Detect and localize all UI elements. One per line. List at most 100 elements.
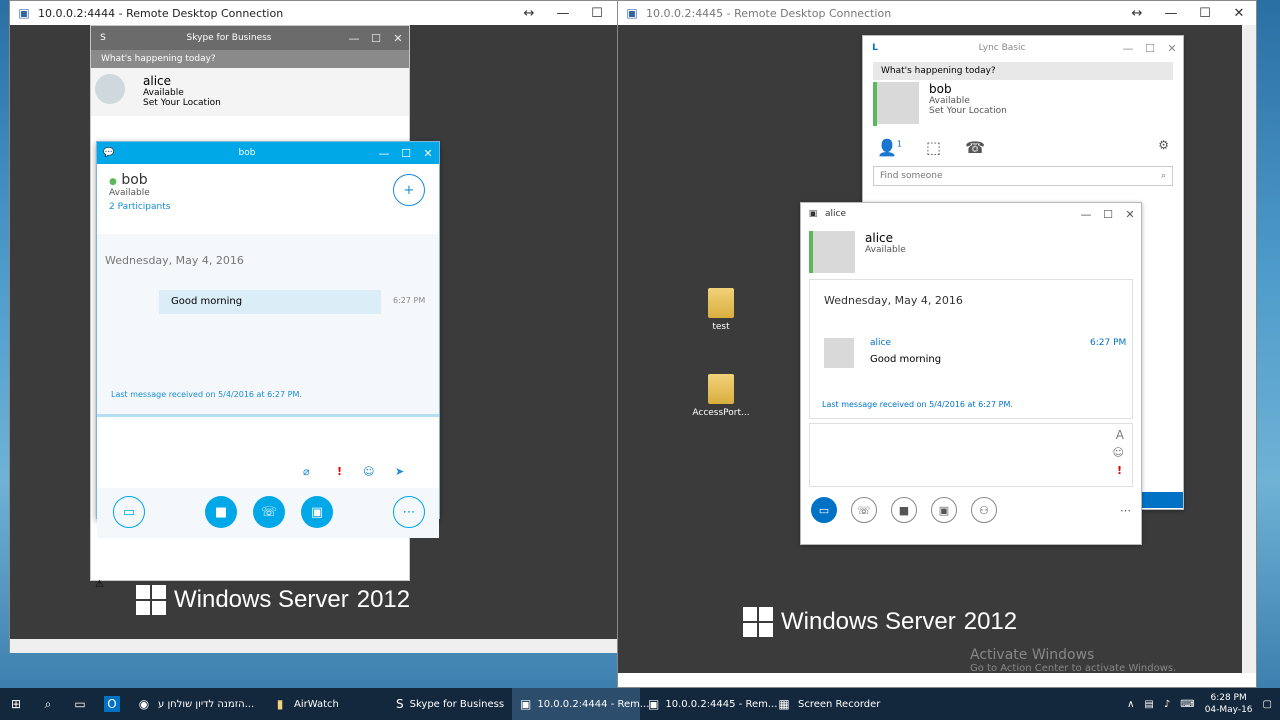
search-box[interactable]: Find someone ⌕ <box>873 166 1173 186</box>
taskbar-item-chrome[interactable]: ◉ הזמנה לדיון שולחן ע... <box>128 688 264 720</box>
maximize-button[interactable]: ☐ <box>580 1 614 25</box>
contact-status: Available <box>109 188 150 198</box>
keyboard-icon[interactable]: ⌨ <box>1180 699 1194 710</box>
send-icon[interactable]: ➤ <box>395 465 404 478</box>
font-icon[interactable]: A <box>1116 428 1124 442</box>
close-button[interactable]: ✕ <box>417 147 439 160</box>
message-time: 6:27 PM <box>393 296 426 305</box>
desktop-icon-test[interactable]: test <box>691 288 751 332</box>
attach-icon[interactable]: ⌀ <box>303 465 310 478</box>
im-button[interactable]: ▭ <box>811 497 837 523</box>
presence-status[interactable]: Available <box>143 88 221 98</box>
status-note[interactable]: What's happening today? <box>91 50 409 68</box>
horizontal-scrollbar[interactable] <box>10 639 634 653</box>
conversations-tab[interactable]: ⬚ <box>926 138 941 157</box>
taskbar-item-label: 10.0.0.2:4445 - Rem... <box>665 698 778 710</box>
rdp-titlebar[interactable]: ▣ 10.0.0.2:4444 - Remote Desktop Connect… <box>10 1 648 25</box>
im-button[interactable]: ▭ <box>113 496 145 528</box>
location-selector[interactable]: Set Your Location <box>929 106 1007 116</box>
lync-icon: L <box>872 43 878 53</box>
rdp-title: 10.0.0.2:4444 - Remote Desktop Connectio… <box>38 6 284 20</box>
chat-titlebar[interactable]: ▣ alice — ☐ ✕ <box>801 203 1141 225</box>
video-button[interactable]: ■ <box>205 496 237 528</box>
taskbar-item-recorder[interactable]: ▦ Screen Recorder <box>768 688 892 720</box>
present-button[interactable]: ▣ <box>931 497 957 523</box>
sender-name: alice <box>870 338 892 348</box>
participants-link[interactable]: 2 Participants <box>109 202 427 212</box>
skype-chat-window[interactable]: 💬 bob — ☐ ✕ ● bob Available 2 Participan… <box>96 141 440 538</box>
minimize-button[interactable]: — <box>1075 208 1097 221</box>
taskbar: ⊞ ⌕ ▭ O ◉ הזמנה לדיון שולחן ע... ▮ AirWatc… <box>0 688 1280 720</box>
maximize-button[interactable]: ☐ <box>1097 208 1119 221</box>
lync-chat-window[interactable]: ▣ alice — ☐ ✕ alice Available Wednesday,… <box>800 202 1142 545</box>
notifications-icon[interactable]: ▢ <box>1263 699 1272 710</box>
minimize-button[interactable]: — <box>546 1 580 25</box>
resize-icon[interactable]: ↔ <box>1120 1 1154 25</box>
rdp-icon: ▣ <box>520 697 532 711</box>
system-tray[interactable]: ∧ ▤ ♪ ⌨ 6:28 PM 04-May-16 ▢ <box>1119 688 1280 720</box>
skype-titlebar[interactable]: S Skype for Business — ☐ ✕ <box>91 26 409 50</box>
avatar[interactable] <box>877 82 919 124</box>
start-button[interactable]: ⊞ <box>0 688 32 720</box>
participants-button[interactable]: ⚇ <box>971 497 997 523</box>
taskbar-item-label: הזמנה לדיון שולחן ע... <box>158 698 255 710</box>
taskbar-item-skype[interactable]: S Skype for Business <box>388 688 512 720</box>
search-icon[interactable]: ⌕ <box>1161 171 1166 181</box>
present-button[interactable]: ▣ <box>301 496 333 528</box>
taskbar-item-airwatch[interactable]: ▮ AirWatch <box>264 688 388 720</box>
user-card: bob Available Set Your Location <box>873 82 1173 126</box>
volume-icon[interactable]: ♪ <box>1164 699 1170 710</box>
phone-tab[interactable]: ☎ <box>965 138 985 157</box>
desktop-icon-label: AccessPort... <box>692 408 750 418</box>
call-button[interactable]: ☏ <box>253 496 285 528</box>
minimize-button[interactable]: — <box>343 32 365 45</box>
compose-area[interactable]: ⌀ ! ☺ ➤ <box>97 414 439 488</box>
minimize-button[interactable]: — <box>373 147 395 160</box>
video-button[interactable]: ■ <box>891 497 917 523</box>
taskbar-item-rdp-4445[interactable]: ▣ 10.0.0.2:4445 - Rem... <box>640 688 777 720</box>
tray-chevron-icon[interactable]: ∧ <box>1127 699 1134 710</box>
emoticon-icon[interactable]: ☺ <box>1113 446 1124 459</box>
maximize-button[interactable]: ☐ <box>1188 1 1222 25</box>
maximize-button[interactable]: ☐ <box>395 147 417 160</box>
importance-icon[interactable]: ! <box>1117 464 1122 477</box>
emoticon-icon[interactable]: ☺ <box>363 465 374 478</box>
minimize-button[interactable]: — <box>1154 1 1188 25</box>
avatar[interactable] <box>95 74 125 104</box>
maximize-button[interactable]: ☐ <box>1139 42 1161 55</box>
chat-titlebar[interactable]: 💬 bob — ☐ ✕ <box>97 142 439 164</box>
presence-status[interactable]: Available <box>929 96 1007 106</box>
folder-icon: ▮ <box>276 697 284 711</box>
call-button[interactable]: ☏ <box>851 497 877 523</box>
location-selector[interactable]: Set Your Location <box>143 98 221 108</box>
rdp-icon: ▣ <box>626 6 638 20</box>
close-button[interactable]: ✕ <box>387 32 409 45</box>
contacts-tab[interactable]: 👤1 <box>877 138 902 157</box>
add-participant-button[interactable]: + <box>393 174 425 206</box>
close-button[interactable]: ✕ <box>1222 1 1256 25</box>
more-button[interactable]: ⋯ <box>1120 504 1131 517</box>
warning-icon[interactable]: ⚠ <box>91 579 104 590</box>
network-icon[interactable]: ▤ <box>1144 699 1153 710</box>
taskbar-item-rdp-4444[interactable]: ▣ 10.0.0.2:4444 - Rem... <box>512 688 649 720</box>
close-button[interactable]: ✕ <box>1161 42 1183 55</box>
rdp-titlebar[interactable]: ▣ 10.0.0.2:4445 - Remote Desktop Connect… <box>618 1 1256 25</box>
lync-titlebar[interactable]: L Lync Basic — ☐ ✕ <box>863 36 1183 60</box>
task-view-button[interactable]: ▭ <box>64 688 96 720</box>
status-note[interactable]: What's happening today? <box>873 62 1173 80</box>
close-button[interactable]: ✕ <box>1119 208 1141 221</box>
importance-icon[interactable]: ! <box>337 465 342 478</box>
options-gear-icon[interactable]: ⚙ <box>1158 138 1169 154</box>
minimize-button[interactable]: — <box>1117 42 1139 55</box>
compose-area[interactable]: A ☺ ! <box>809 423 1133 487</box>
search-button[interactable]: ⌕ <box>32 688 64 720</box>
rdp-title: 10.0.0.2:4445 - Remote Desktop Connectio… <box>646 6 892 20</box>
resize-icon[interactable]: ↔ <box>512 1 546 25</box>
vertical-scrollbar[interactable] <box>1242 25 1256 673</box>
maximize-button[interactable]: ☐ <box>365 32 387 45</box>
clock[interactable]: 6:28 PM 04-May-16 <box>1205 692 1253 716</box>
contact-avatar[interactable] <box>813 231 855 273</box>
desktop-icon-accessport[interactable]: AccessPort... <box>691 374 751 418</box>
more-button[interactable]: ⋯ <box>393 496 425 528</box>
outlook-button[interactable]: O <box>96 688 128 720</box>
